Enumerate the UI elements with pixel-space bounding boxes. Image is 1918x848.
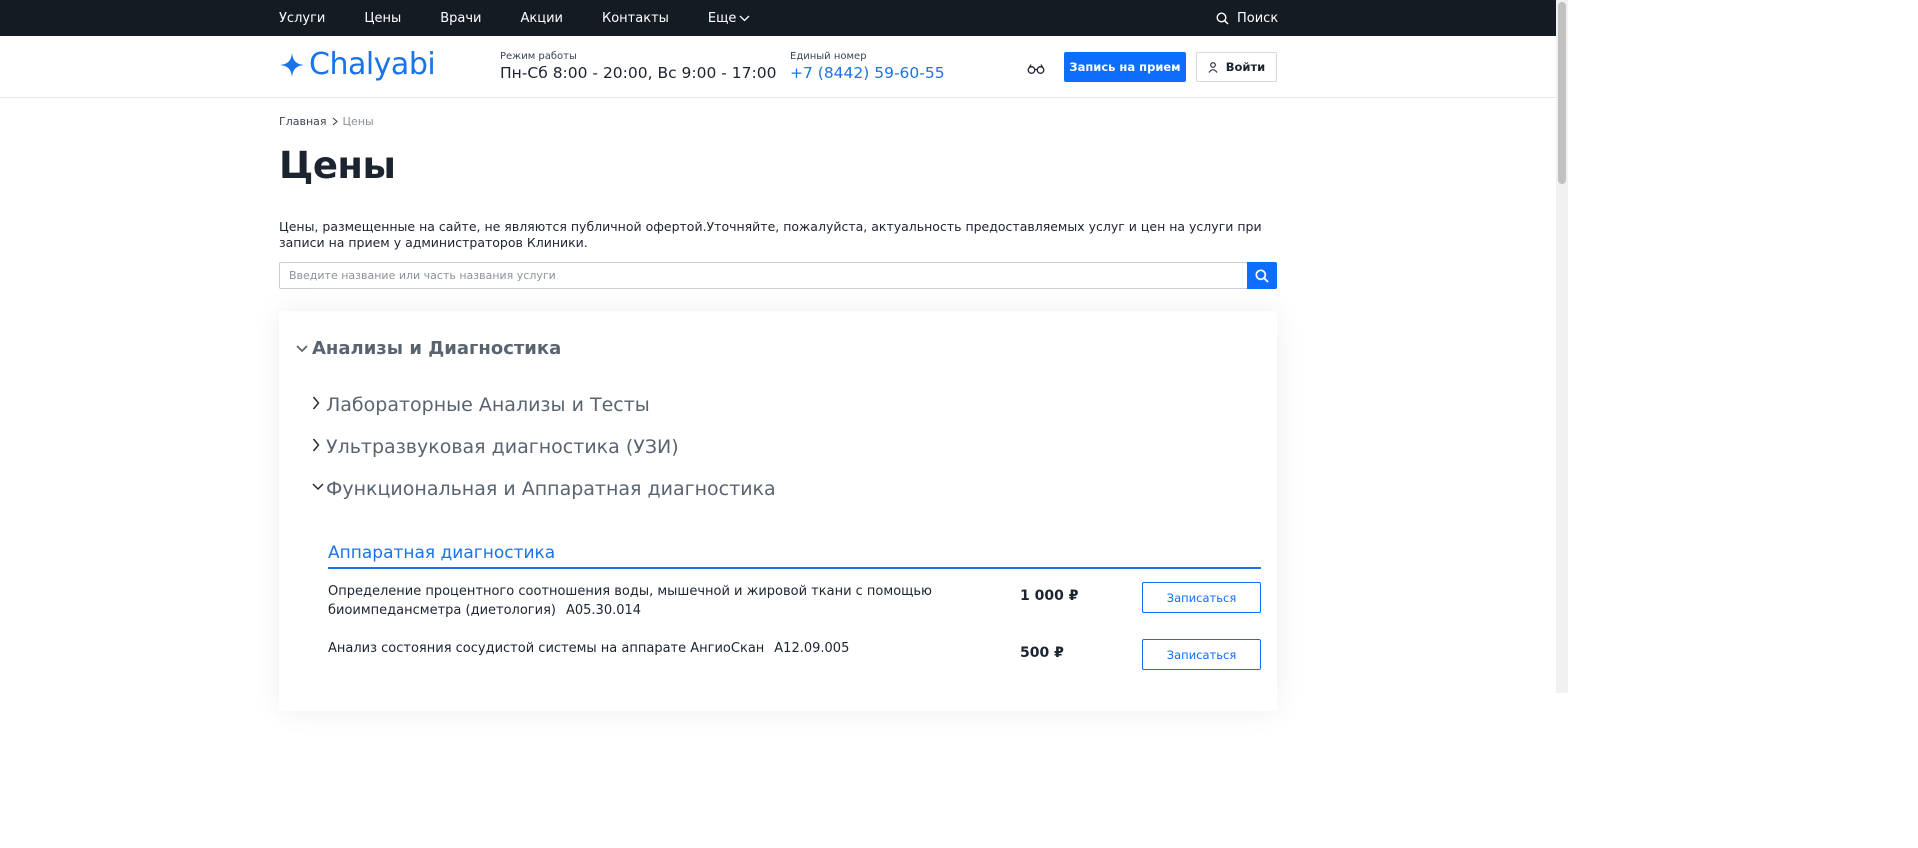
subcategory-title: Лабораторные Анализы и Тесты (326, 394, 650, 416)
phone-label: Единый номер (790, 51, 867, 62)
phone-number-link[interactable]: +7 (8442) 59-60-55 (790, 64, 945, 82)
service-search-input[interactable] (280, 263, 1247, 288)
search-icon (1216, 11, 1229, 25)
service-price: 1 000 ₽ (1020, 588, 1079, 604)
nav-link-doctors[interactable]: Врачи (440, 11, 481, 26)
search-icon (1255, 268, 1269, 283)
subcategory-title: Функциональная и Аппаратная диагностика (326, 478, 776, 500)
category-toggle[interactable]: Анализы и Диагностика (296, 338, 561, 359)
logo[interactable]: Chalyabi (279, 47, 436, 82)
book-service-button[interactable]: Записаться (1142, 639, 1261, 670)
service-group-title: Аппаратная диагностика (328, 543, 556, 563)
nav-link-more[interactable]: Еще (708, 11, 750, 26)
login-button[interactable]: Войти (1196, 52, 1277, 82)
nav-link-promotions[interactable]: Акции (521, 11, 564, 26)
accessibility-glasses-icon[interactable] (1027, 60, 1045, 79)
subcategory-lab-tests[interactable]: Лабораторные Анализы и Тесты (312, 394, 650, 416)
nav-link-more-label: Еще (707, 10, 737, 26)
chevron-down-icon (312, 483, 324, 490)
user-icon (1208, 61, 1218, 73)
working-hours-label: Режим работы (500, 51, 577, 62)
nav-link-contacts[interactable]: Контакты (602, 11, 669, 26)
logo-cross-icon (280, 52, 304, 77)
service-name-text: Анализ состояния сосудистой системы на а… (328, 641, 765, 656)
breadcrumb-home-link[interactable]: Главная (279, 115, 327, 128)
logo-text: Chalyabi (309, 47, 436, 82)
category-title: Анализы и Диагностика (312, 338, 562, 359)
chevron-right-icon (312, 438, 320, 452)
chevron-down-icon (739, 15, 750, 21)
service-name: Определение процентного соотношения воды… (328, 582, 1008, 620)
price-disclaimer: Цены, размещенные на сайте, не являются … (279, 219, 1262, 250)
book-service-button[interactable]: Записаться (1142, 582, 1261, 613)
chevron-down-icon (296, 344, 308, 352)
page-title: Цены (279, 144, 396, 187)
working-hours-value: Пн-Сб 8:00 - 20:00, Вс 9:00 - 17:00 (500, 64, 777, 82)
top-navbar: Услуги Цены Врачи Акции Контакты Еще Пои… (0, 0, 1556, 36)
top-search-button[interactable]: Поиск (1216, 0, 1278, 36)
nav-link-services[interactable]: Услуги (279, 11, 325, 26)
working-hours: Режим работы Пн-Сб 8:00 - 20:00, Вс 9:00… (500, 51, 776, 82)
breadcrumb-current: Цены (342, 115, 374, 128)
service-search (279, 262, 1277, 289)
top-nav: Услуги Цены Врачи Акции Контакты Еще (279, 0, 789, 36)
top-search-label: Поиск (1237, 10, 1279, 26)
subcategory-ultrasound[interactable]: Ультразвуковая диагностика (УЗИ) (312, 436, 679, 458)
chevron-right-icon (332, 117, 338, 126)
group-divider (328, 567, 1261, 569)
subcategory-functional-diagnostics[interactable]: Функциональная и Аппаратная диагностика (312, 478, 776, 500)
site-header: Chalyabi Режим работы Пн-Сб 8:00 - 20:00… (0, 36, 1556, 98)
service-price: 500 ₽ (1020, 645, 1064, 661)
chevron-right-icon (312, 396, 320, 410)
service-code: A05.30.014 (565, 603, 642, 618)
breadcrumb: Главная Цены (279, 115, 374, 128)
phone-block: Единый номер +7 (8442) 59-60-55 (790, 51, 945, 82)
service-code: A12.09.005 (774, 641, 850, 656)
make-appointment-button[interactable]: Запись на прием (1064, 52, 1186, 82)
nav-link-prices[interactable]: Цены (364, 11, 401, 26)
service-name: Анализ состояния сосудистой системы на а… (328, 639, 1008, 658)
price-catalog-panel: Анализы и Диагностика Лабораторные Анали… (279, 311, 1277, 711)
subcategory-title: Ультразвуковая диагностика (УЗИ) (326, 436, 679, 458)
scrollbar-thumb[interactable] (1558, 2, 1566, 184)
login-label: Войти (1225, 60, 1266, 74)
service-search-button[interactable] (1247, 262, 1277, 289)
